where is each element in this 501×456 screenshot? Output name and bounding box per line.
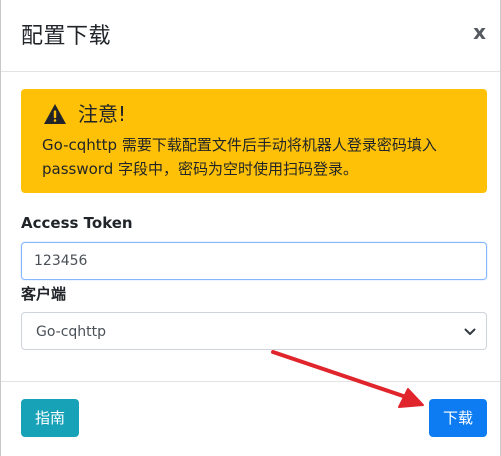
dialog-title: 配置下载 <box>21 24 112 49</box>
client-select[interactable]: Go-cqhttp <box>21 312 487 350</box>
close-button[interactable]: x <box>473 19 486 45</box>
chevron-down-icon <box>464 328 476 335</box>
config-download-dialog: 配置下载 x 注意! Go-cqhttp 需要下载配置文件后手动将机器人登录密码… <box>0 0 501 456</box>
client-label: 客户端 <box>21 285 67 303</box>
guide-button[interactable]: 指南 <box>21 399 79 437</box>
warning-icon <box>44 104 66 124</box>
client-select-value: Go-cqhttp <box>36 324 107 340</box>
alert-message: Go-cqhttp 需要下载配置文件后手动将机器人登录密码填入 password… <box>42 136 437 178</box>
warning-alert: 注意! Go-cqhttp 需要下载配置文件后手动将机器人登录密码填入 pass… <box>21 89 487 193</box>
access-token-label: Access Token <box>21 214 133 232</box>
alert-heading: 注意! <box>78 102 127 126</box>
footer-divider <box>1 381 500 382</box>
download-button[interactable]: 下载 <box>429 399 487 437</box>
access-token-input[interactable] <box>21 242 487 280</box>
dialog-header: 配置下载 x <box>1 0 500 72</box>
